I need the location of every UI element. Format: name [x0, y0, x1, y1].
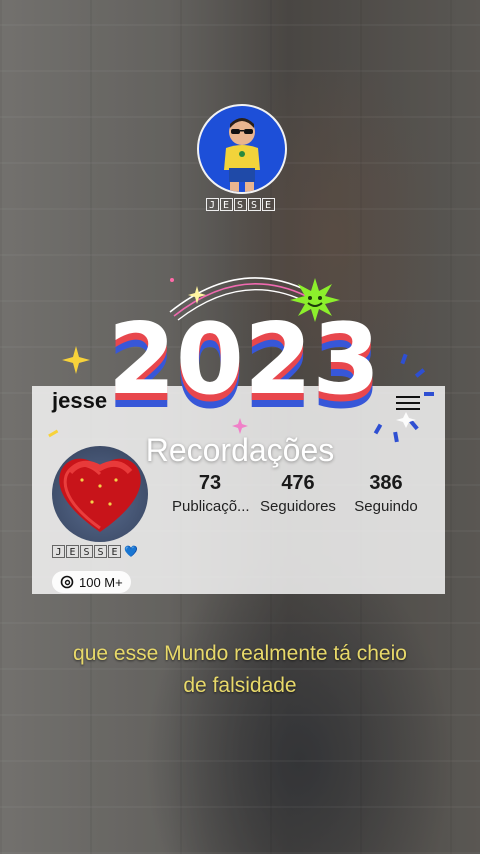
yellow-sparkle-icon — [62, 346, 90, 374]
stat-label: Seguindo — [354, 498, 418, 515]
name-letter: E — [108, 545, 121, 558]
username-letter: E — [219, 198, 233, 211]
sparkle-icon — [188, 286, 206, 304]
threads-badge[interactable]: 100 M+ — [52, 571, 131, 593]
threads-count: 100 M+ — [79, 574, 123, 590]
profile-display-name: J E S S E 💙 — [52, 545, 138, 558]
recap-subtitle: Recordações — [145, 432, 335, 468]
username-letter: J — [205, 198, 219, 211]
name-letter: J — [52, 545, 65, 558]
stat-value: 476 — [281, 472, 315, 494]
story-username: J E S S E — [200, 198, 280, 211]
story-avatar[interactable] — [197, 104, 287, 194]
stat-following[interactable]: 386 Seguindo — [350, 472, 422, 515]
stat-value: 386 — [369, 472, 403, 494]
username-letter: E — [261, 198, 275, 211]
username-letter: S — [233, 198, 247, 211]
stat-posts[interactable]: 73 Publicaçõ... — [172, 472, 250, 515]
username-letter: S — [247, 198, 261, 211]
stat-label: Seguidores — [260, 498, 336, 515]
name-letter: S — [94, 545, 107, 558]
blue-heart-emoji: 💙 — [124, 545, 138, 558]
avatar-figure-icon — [224, 118, 260, 192]
stat-followers[interactable]: 476 Seguidores — [258, 472, 338, 515]
caption-line-1: que esse Mundo realmente tá cheio — [73, 642, 407, 665]
stat-label: Publicaçõ... — [172, 498, 250, 515]
name-letter: E — [66, 545, 79, 558]
threads-icon — [60, 575, 74, 589]
recap-year-title: 2023 2023 2023 — [108, 310, 381, 420]
name-letter: S — [80, 545, 93, 558]
year-text: 2023 — [108, 310, 381, 417]
stat-value: 73 — [198, 472, 222, 494]
video-caption: que esse Mundo realmente tá cheio de fal… — [0, 638, 480, 702]
caption-line-2: de falsidade — [183, 674, 297, 697]
